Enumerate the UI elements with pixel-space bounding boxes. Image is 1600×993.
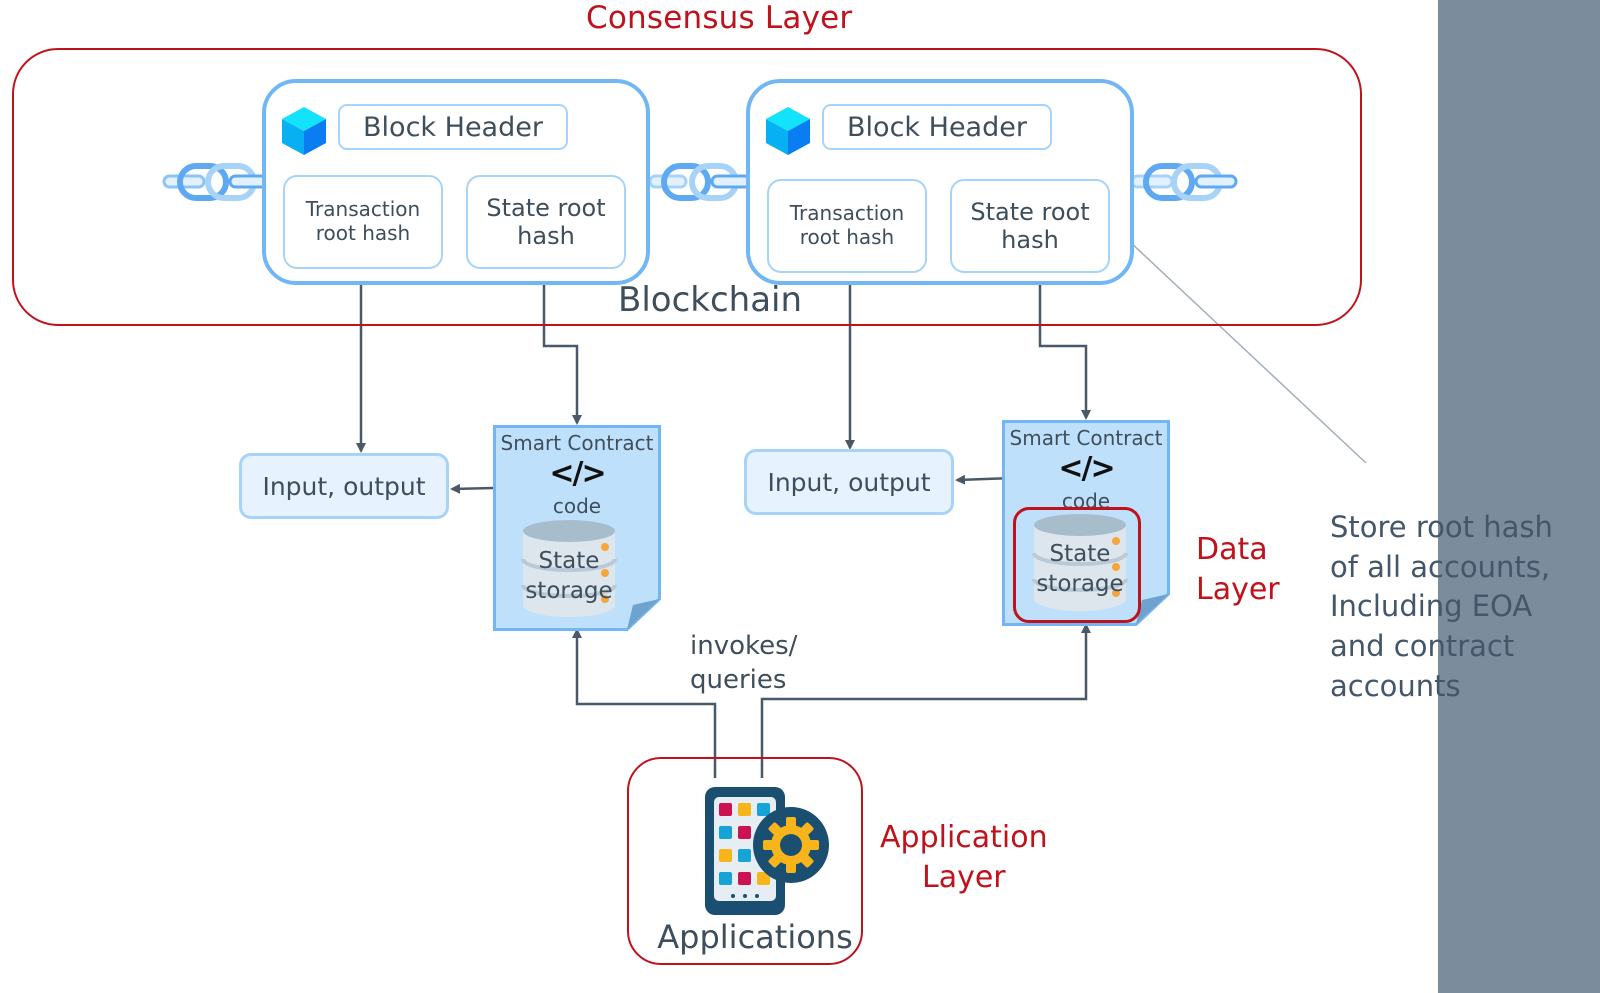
application-layer-title: Application Layer [880,818,1048,898]
data-layer-title: Data Layer [1196,530,1280,610]
arrow-app-to-contract2 [760,623,1091,778]
invokes-queries-label: invokes/ queries [690,630,797,698]
data-layer-line-1: Data [1196,532,1268,567]
block-header-box: Block Header [338,104,568,150]
block-cube-icon [766,107,810,155]
block-header-box: Block Header [822,104,1052,150]
annotation-line: Including EOA [1330,589,1533,624]
annotation-line: of all accounts, [1330,549,1551,584]
tx-root-line-2: root hash [799,225,895,249]
application-layer-line-2: Layer [921,859,1006,895]
chain-link-icon [650,163,750,201]
data-layer-line-2: Layer [1196,571,1280,607]
smart-contract-title: Smart Contract [500,431,654,455]
annotation-line: Store root hash [1330,510,1553,544]
invokes-line-1: invokes/ [690,631,798,661]
state-root-line-2: hash [517,222,575,250]
state-root-hash-box: State root hash [466,175,626,269]
state-root-line-1: State root [970,197,1090,226]
tx-root-line-2: root hash [315,221,411,245]
state-root-annotation: Store root hash of all accounts, Includi… [1330,508,1553,707]
application-layer-line-1: Application [880,820,1048,855]
chain-link-icon [162,163,270,201]
state-root-line-2: hash [1001,226,1059,254]
consensus-layer-title: Consensus Layer [586,0,853,36]
transaction-root-hash-box: Transaction root hash [283,175,443,269]
invokes-line-2: queries [690,664,787,695]
smart-contract-title: Smart Contract [1009,426,1163,450]
input-output-box: Input, output [239,453,449,519]
annotation-line: and contract [1330,629,1515,664]
code-icon: </> [549,456,606,491]
code-label: code [552,494,602,518]
smart-contract-document: Smart Contract </> code State storage [493,425,661,631]
input-output-box: Input, output [744,449,954,515]
block-1: Block Header Transaction root hash State… [262,79,650,285]
state-storage-line-2: storage [525,577,613,604]
block-2: Block Header Transaction root hash State… [746,79,1134,285]
data-layer-highlight [1013,507,1141,623]
applications-label: Applications [657,918,853,956]
state-storage-line-1: State [538,548,600,574]
mobile-app-settings-icon [705,787,829,915]
code-icon: </> [1058,451,1115,486]
tx-root-line-1: Transaction [789,201,905,226]
state-root-hash-box: State root hash [950,179,1110,273]
annotation-line: accounts [1330,668,1461,703]
block-cube-icon [282,107,326,155]
tx-root-line-1: Transaction [305,197,421,222]
transaction-root-hash-box: Transaction root hash [767,179,927,273]
chain-link-icon [1132,163,1238,201]
state-root-line-1: State root [486,193,606,222]
blockchain-label: Blockchain [618,280,803,320]
state-storage-label: State storage [521,547,617,607]
